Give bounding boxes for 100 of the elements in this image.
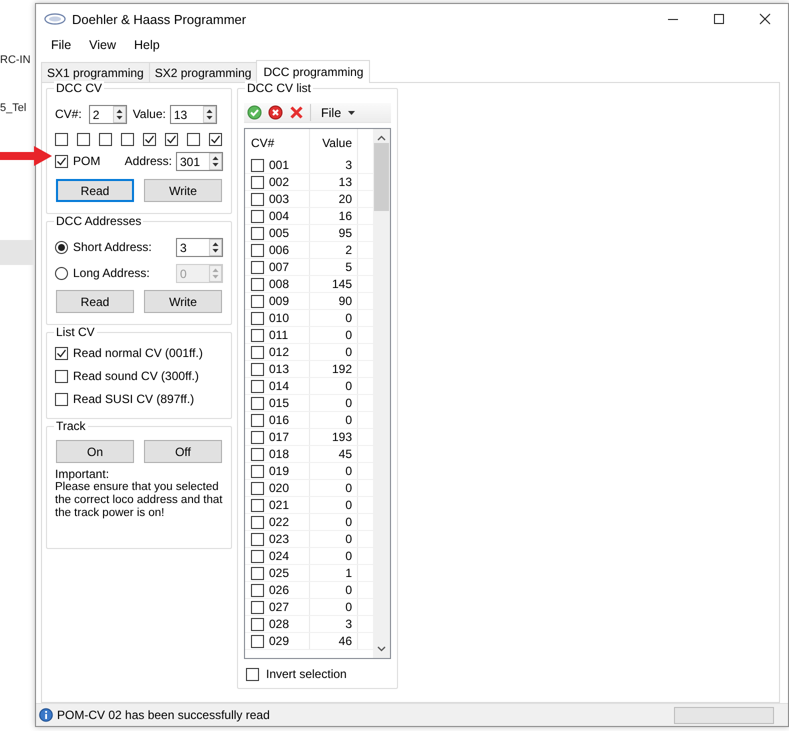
scroll-down-icon[interactable] [377, 646, 386, 652]
checkbox[interactable] [251, 244, 264, 256]
close-icon[interactable] [759, 13, 771, 25]
value-cell: 3 [310, 616, 358, 632]
checkbox[interactable] [55, 393, 68, 406]
column-header: Value [310, 129, 358, 157]
on-button[interactable]: On [56, 440, 134, 463]
checkbox[interactable] [251, 414, 264, 426]
value-cell: 0 [310, 327, 358, 343]
checkbox[interactable] [121, 133, 134, 146]
checkbox[interactable] [251, 260, 264, 274]
spinner-arrows-icon[interactable] [112, 106, 126, 123]
value-cell: 0 [310, 463, 358, 479]
cv-number-cell: 009 [269, 294, 290, 308]
checkbox[interactable] [251, 566, 264, 580]
checkbox[interactable] [251, 380, 264, 392]
file-dropdown-button[interactable]: File [317, 106, 360, 120]
value-cell: 16 [310, 208, 358, 224]
checkbox[interactable] [55, 347, 68, 360]
value-cell: 90 [310, 293, 358, 309]
checkbox[interactable] [251, 634, 264, 648]
value-cell: 145 [310, 276, 358, 292]
checkbox[interactable] [251, 210, 264, 222]
checkbox[interactable] [99, 133, 112, 146]
value-label: Value: [132, 107, 166, 122]
tab[interactable]: SX2 programming [148, 62, 258, 82]
checkbox[interactable] [251, 192, 264, 206]
menu-item[interactable]: Help [125, 38, 169, 52]
checkbox[interactable] [251, 362, 264, 376]
cv-number-cell: 010 [269, 311, 290, 325]
checkbox[interactable] [55, 133, 68, 146]
menu-item[interactable]: View [80, 38, 126, 52]
checkbox[interactable] [251, 482, 264, 494]
value-cell: 20 [310, 191, 358, 207]
checkbox[interactable] [187, 133, 200, 146]
checkbox[interactable] [251, 312, 264, 324]
spinner-arrows-icon[interactable] [209, 153, 222, 170]
checkbox[interactable] [251, 396, 264, 410]
spinner-arrows-icon[interactable] [202, 106, 216, 123]
menu-item[interactable]: File [42, 38, 80, 52]
cv-number-cell: 027 [269, 600, 290, 614]
checkbox[interactable] [251, 430, 264, 444]
checkbox[interactable] [251, 618, 264, 630]
cv-number-field[interactable]: 2 [88, 105, 127, 124]
scrollbar[interactable] [373, 129, 390, 658]
checkbox[interactable] [251, 346, 264, 358]
scroll-thumb[interactable] [374, 143, 390, 211]
check-circle-icon[interactable] [247, 105, 262, 120]
value-cell: 0 [310, 599, 358, 615]
annotation-arrow [0, 146, 52, 166]
checkbox[interactable] [251, 498, 264, 512]
note-heading: Important: [55, 468, 110, 481]
checkbox[interactable] [165, 133, 178, 146]
checkbox[interactable] [251, 516, 264, 528]
cv-number-cell: 007 [269, 260, 290, 274]
checkbox[interactable] [251, 550, 264, 562]
checkbox[interactable] [251, 226, 264, 240]
spinner-arrows-icon[interactable] [209, 239, 222, 256]
checkbox[interactable] [251, 448, 264, 460]
tab[interactable]: DCC programming [256, 60, 370, 83]
read-button[interactable]: Read [56, 179, 134, 202]
checkbox[interactable] [251, 464, 264, 478]
write-button[interactable]: Write [144, 290, 222, 313]
cross-circle-icon[interactable] [268, 105, 283, 120]
caret-icon [348, 110, 356, 114]
checkbox[interactable] [209, 133, 222, 146]
address-field[interactable]: 3 [176, 238, 223, 257]
delete-icon[interactable] [289, 105, 304, 120]
write-button[interactable]: Write [144, 179, 222, 202]
checkbox[interactable] [251, 294, 264, 308]
desktop-file-label: 5_Tel [0, 101, 28, 115]
checkbox[interactable] [251, 584, 264, 596]
value-cell: 0 [310, 395, 358, 411]
checkbox[interactable] [251, 600, 264, 614]
read-button[interactable]: Read [56, 290, 134, 313]
cv-number-cell: 026 [269, 583, 290, 597]
tab[interactable]: SX1 programming [41, 62, 150, 82]
checkbox[interactable] [251, 278, 264, 290]
checkbox-label: Read sound CV (300ff.) [73, 369, 199, 384]
value-cell: 0 [310, 548, 358, 564]
checkbox[interactable] [77, 133, 90, 146]
value-cell: 0 [310, 378, 358, 394]
pom-label: POM [73, 154, 100, 169]
address-field[interactable]: 301 [176, 152, 223, 171]
scroll-up-icon[interactable] [377, 135, 386, 141]
checkbox[interactable] [251, 176, 264, 188]
desktop-selection-bar [0, 240, 35, 265]
off-button[interactable]: Off [144, 440, 222, 463]
checkbox[interactable] [251, 158, 264, 172]
checkbox[interactable] [55, 155, 68, 168]
checkbox[interactable] [251, 328, 264, 342]
radio-button[interactable] [55, 241, 68, 254]
checkbox[interactable] [246, 668, 259, 681]
value-field[interactable]: 13 [170, 105, 217, 124]
checkbox[interactable] [55, 370, 68, 383]
checkbox[interactable] [143, 133, 156, 146]
checkbox[interactable] [251, 532, 264, 546]
maximize-icon[interactable] [713, 13, 725, 25]
info-icon [39, 708, 53, 722]
cv-number-cell: 025 [269, 566, 290, 580]
